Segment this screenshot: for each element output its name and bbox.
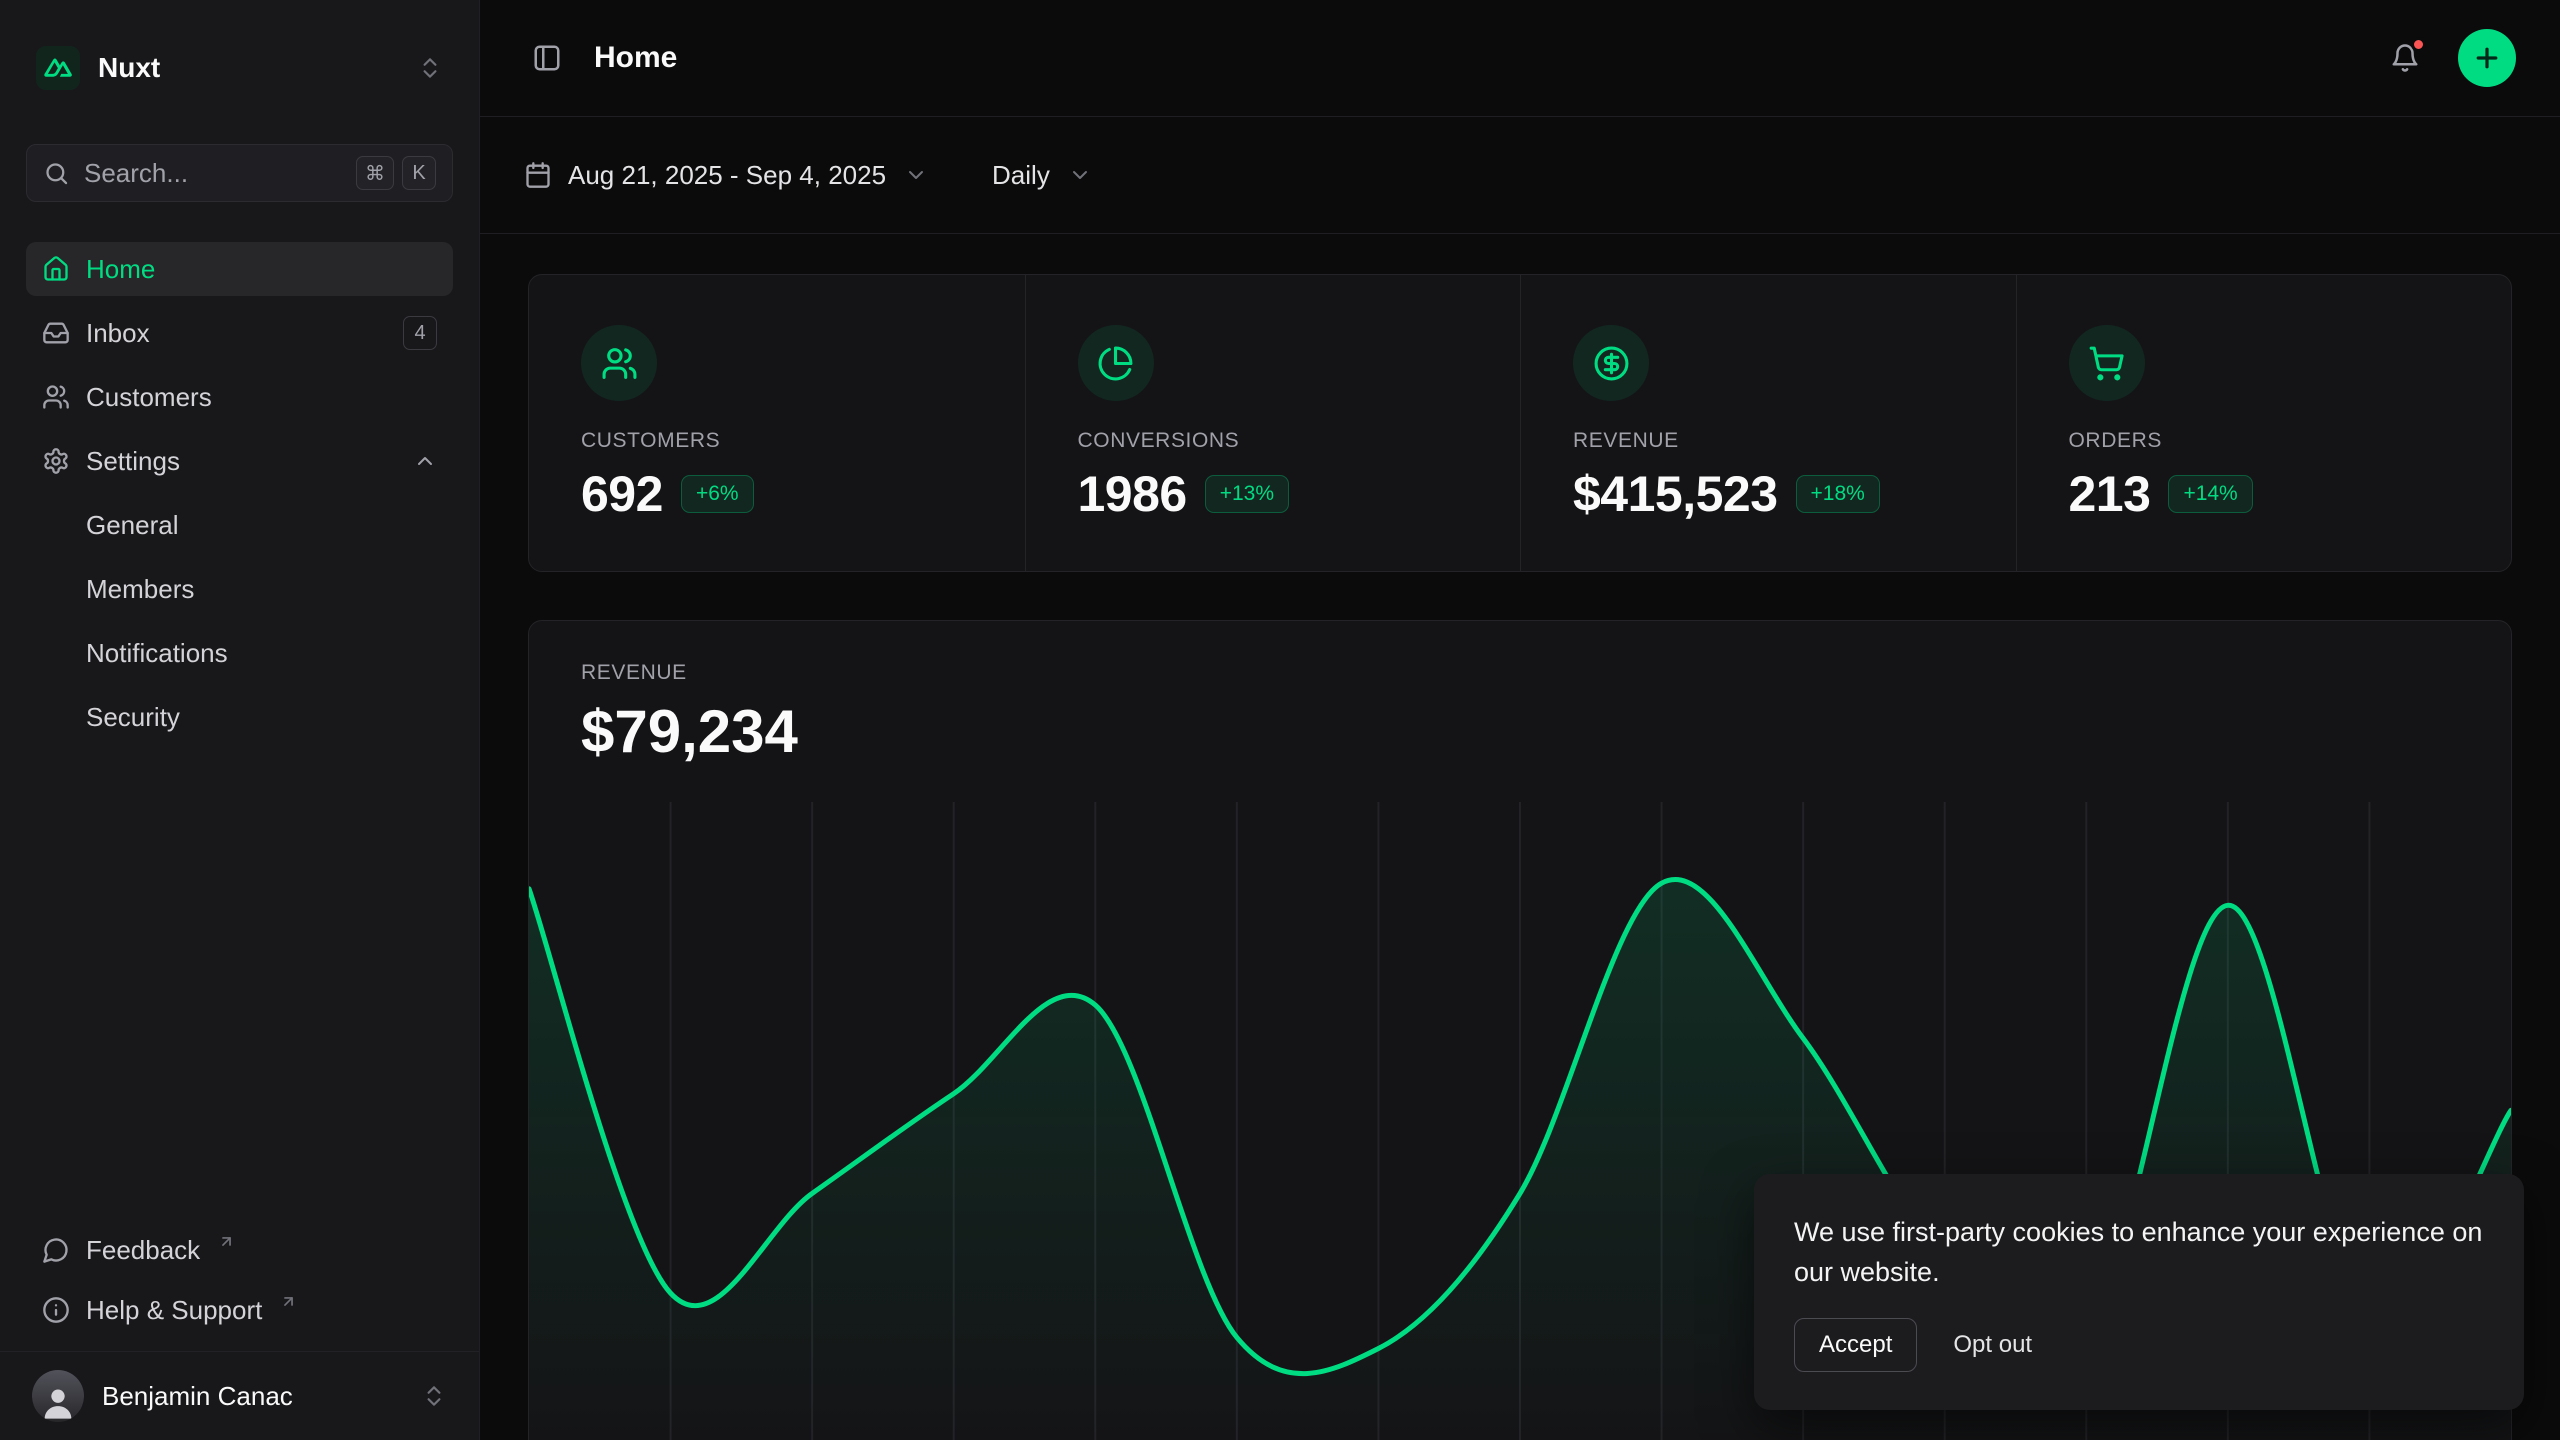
date-range-picker[interactable]: Aug 21, 2025 - Sep 4, 2025 — [524, 160, 928, 191]
stat-delta-badge: +6% — [681, 475, 754, 513]
home-icon — [42, 255, 70, 283]
sidebar-subitem-general[interactable]: General — [26, 498, 453, 552]
granularity-select[interactable]: Daily — [992, 160, 1092, 191]
collapse-sidebar-button[interactable] — [524, 35, 570, 81]
stat-value: 1986 — [1078, 465, 1187, 523]
cookie-banner: We use first-party cookies to enhance yo… — [1754, 1174, 2524, 1410]
search-input[interactable]: Search... ⌘ K — [26, 144, 453, 202]
external-link-icon — [280, 1293, 297, 1310]
revenue-card-label: REVENUE — [529, 661, 2511, 685]
avatar — [32, 1370, 84, 1422]
granularity-label: Daily — [992, 160, 1050, 191]
sidebar: Nuxt Search... ⌘ K Home Inbox 4 — [0, 0, 480, 1440]
sidebar-subitem-label: General — [86, 510, 179, 541]
cookie-message: We use first-party cookies to enhance yo… — [1794, 1212, 2484, 1292]
page-header: Home — [480, 0, 2560, 117]
stat-card-orders[interactable]: ORDERS 213 +14% — [2016, 275, 2512, 571]
sidebar-subitem-label: Members — [86, 574, 194, 605]
chevron-up-icon — [413, 449, 437, 473]
sidebar-footer-nav: Feedback Help & Support — [26, 1225, 453, 1335]
sidebar-item-customers[interactable]: Customers — [26, 370, 453, 424]
stat-value: 213 — [2069, 465, 2151, 523]
sidebar-subitem-members[interactable]: Members — [26, 562, 453, 616]
cookie-accept-button[interactable]: Accept — [1794, 1318, 1917, 1372]
search-shortcut: ⌘ K — [356, 156, 436, 190]
sidebar-item-label: Settings — [86, 446, 180, 477]
notifications-button[interactable] — [2382, 35, 2428, 81]
chevrons-up-down-icon — [417, 55, 443, 81]
sidebar-item-label: Inbox — [86, 318, 150, 349]
inbox-icon — [42, 319, 70, 347]
filters-toolbar: Aug 21, 2025 - Sep 4, 2025 Daily — [480, 117, 2560, 234]
page-title: Home — [594, 41, 677, 75]
date-range-label: Aug 21, 2025 - Sep 4, 2025 — [568, 160, 886, 191]
sidebar-item-home[interactable]: Home — [26, 242, 453, 296]
pie-chart-icon — [1078, 325, 1154, 401]
sidebar-spacer — [0, 744, 479, 1225]
sidebar-item-label: Feedback — [86, 1235, 200, 1266]
search-placeholder: Search... — [84, 158, 342, 189]
team-selector[interactable]: Nuxt — [26, 36, 453, 100]
sidebar-item-label: Help & Support — [86, 1295, 262, 1326]
add-button[interactable] — [2458, 29, 2516, 87]
user-name: Benjamin Canac — [102, 1381, 293, 1412]
gear-icon — [42, 447, 70, 475]
stat-label: ORDERS — [2069, 429, 2460, 453]
stat-card-customers[interactable]: CUSTOMERS 692 +6% — [529, 275, 1025, 571]
stat-label: CONVERSIONS — [1078, 429, 1469, 453]
external-link-icon — [218, 1233, 235, 1250]
stat-card-conversions[interactable]: CONVERSIONS 1986 +13% — [1025, 275, 1521, 571]
calendar-icon — [524, 161, 552, 189]
stats-row: CUSTOMERS 692 +6% CONVERSIONS 1986 +13% — [528, 274, 2512, 572]
chevron-down-icon — [1068, 163, 1092, 187]
header-actions — [2382, 29, 2516, 87]
inbox-count-badge: 4 — [403, 316, 437, 350]
sidebar-item-help-support[interactable]: Help & Support — [26, 1285, 453, 1335]
nuxt-logo-icon — [36, 46, 80, 90]
stat-delta-badge: +14% — [2168, 475, 2252, 513]
circle-dollar-icon — [1573, 325, 1649, 401]
sidebar-subitem-notifications[interactable]: Notifications — [26, 626, 453, 680]
sidebar-item-label: Home — [86, 254, 155, 285]
sidebar-nav: Home Inbox 4 Customers Settings General — [26, 242, 453, 744]
stat-value: 692 — [581, 465, 663, 523]
chevrons-up-down-icon — [421, 1383, 447, 1409]
stat-delta-badge: +13% — [1205, 475, 1289, 513]
search-icon — [43, 160, 70, 187]
stat-label: REVENUE — [1573, 429, 1964, 453]
team-name: Nuxt — [98, 52, 160, 84]
cookie-actions: Accept Opt out — [1794, 1318, 2484, 1372]
chevron-down-icon — [904, 163, 928, 187]
sidebar-subitem-label: Security — [86, 702, 180, 733]
sidebar-item-inbox[interactable]: Inbox 4 — [26, 306, 453, 360]
cookie-optout-button[interactable]: Opt out — [1953, 1331, 2032, 1359]
panel-left-icon — [532, 43, 562, 73]
stat-label: CUSTOMERS — [581, 429, 973, 453]
kbd-k: K — [402, 156, 436, 190]
shopping-cart-icon — [2069, 325, 2145, 401]
plus-icon — [2472, 43, 2502, 73]
kbd-cmd: ⌘ — [356, 156, 394, 190]
sidebar-subitem-label: Notifications — [86, 638, 228, 669]
stat-delta-badge: +18% — [1796, 475, 1880, 513]
notification-dot — [2411, 37, 2426, 52]
revenue-card-value: $79,234 — [529, 697, 2511, 766]
users-icon — [581, 325, 657, 401]
users-icon — [42, 383, 70, 411]
stat-card-revenue[interactable]: REVENUE $415,523 +18% — [1520, 275, 2016, 571]
info-circle-icon — [42, 1296, 70, 1324]
stat-value: $415,523 — [1573, 465, 1778, 523]
user-menu[interactable]: Benjamin Canac — [0, 1351, 479, 1440]
message-bubble-icon — [42, 1236, 70, 1264]
sidebar-subitem-security[interactable]: Security — [26, 690, 453, 744]
sidebar-item-label: Customers — [86, 382, 212, 413]
sidebar-item-feedback[interactable]: Feedback — [26, 1225, 453, 1275]
sidebar-item-settings[interactable]: Settings — [26, 434, 453, 488]
